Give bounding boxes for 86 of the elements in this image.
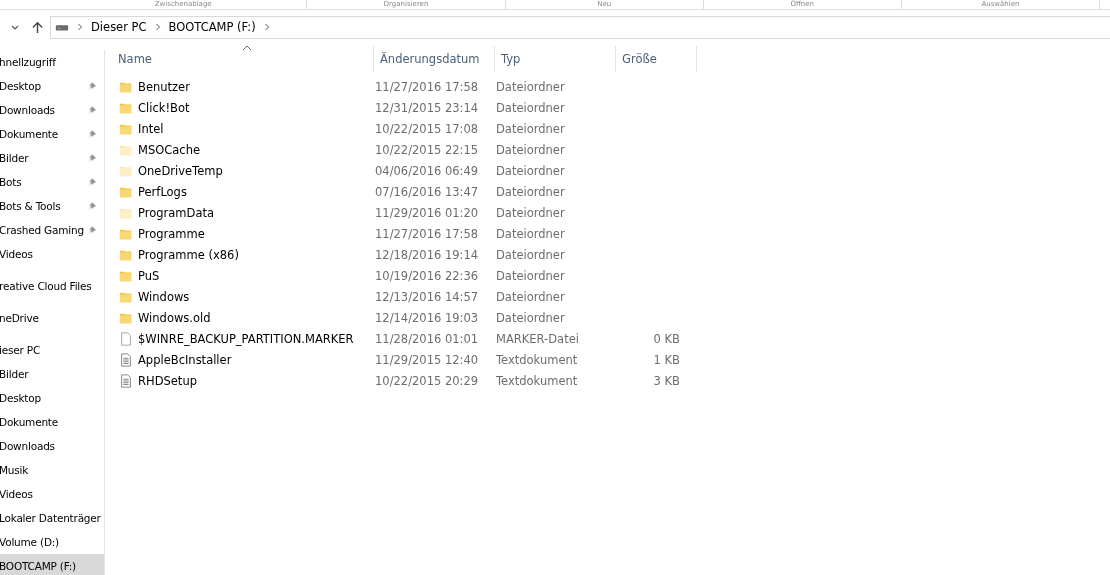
pin-icon[interactable] <box>87 177 97 187</box>
date-cell-text: 10/19/2016 22:36 <box>374 268 480 283</box>
sidebar-item[interactable]: Bots & Tools <box>0 194 104 218</box>
date-cell-text: 10/22/2015 20:29 <box>374 373 480 388</box>
sidebar-item[interactable]: Bilder <box>0 146 104 170</box>
file-name[interactable]: Windows.old <box>138 310 211 325</box>
sidebar-item[interactable]: ieser PC <box>0 338 104 362</box>
sidebar-item[interactable]: Musik <box>0 458 104 482</box>
sidebar-item[interactable]: neDrive <box>0 306 104 330</box>
type-cell-text: Dateiordner <box>495 100 566 115</box>
breadcrumb-item[interactable]: BOOTCAMP (F:) <box>168 20 256 34</box>
file-name[interactable]: $WINRE_BACKUP_PARTITION.MARKER <box>138 331 354 346</box>
type-cell-text: Textdokument <box>495 373 579 388</box>
type-cell-text: Dateiordner <box>495 205 566 220</box>
type-cell-text: Dateiordner <box>495 142 566 157</box>
date-cell-text: 12/13/2016 14:57 <box>374 289 480 304</box>
date-cell-text: 07/16/2016 13:47 <box>374 184 480 199</box>
column-header[interactable]: Name <box>105 46 374 72</box>
file-name[interactable]: Programme (x86) <box>138 247 239 262</box>
sidebar-item[interactable]: reative Cloud Files <box>0 274 104 298</box>
sidebar-item[interactable]: Downloads <box>0 98 104 122</box>
file-name[interactable]: PuS <box>138 268 160 283</box>
date-cell-text: 04/06/2016 06:49 <box>374 163 480 178</box>
column-header[interactable]: Typ <box>495 46 616 72</box>
file-name[interactable]: RHDSetup <box>138 373 197 388</box>
pin-icon[interactable] <box>87 153 97 163</box>
type-cell-text: Dateiordner <box>495 79 566 94</box>
column-header[interactable]: Änderungsdatum <box>374 46 495 72</box>
pin-icon[interactable] <box>87 129 97 139</box>
date-cell-text: 11/29/2016 01:20 <box>374 205 480 220</box>
sidebar-item[interactable]: Bots <box>0 170 104 194</box>
type-cell-text: Dateiordner <box>495 247 566 262</box>
type-cell-text: Dateiordner <box>495 268 566 283</box>
type-cell-text: Dateiordner <box>495 226 566 241</box>
sidebar-item[interactable]: Desktop <box>0 74 104 98</box>
file-name[interactable]: AppleBcInstaller <box>138 352 232 367</box>
type-cell-text: Dateiordner <box>495 310 566 325</box>
sidebar-item[interactable]: Dokumente <box>0 122 104 146</box>
sort-caret-icon <box>242 45 252 51</box>
up-arrow-icon[interactable] <box>31 20 44 34</box>
file-name[interactable]: Windows <box>138 289 190 304</box>
chevron-right-icon[interactable] <box>77 22 83 32</box>
file-name[interactable]: MSOCache <box>138 142 201 157</box>
breadcrumb-item[interactable]: Dieser PC <box>91 20 147 34</box>
sidebar-item[interactable]: Lokaler Datenträger <box>0 506 104 530</box>
size-cell: 1 KB <box>653 352 680 367</box>
file-name[interactable]: Programme <box>138 226 205 241</box>
type-cell-text: MARKER-Datei <box>495 331 580 346</box>
pin-icon[interactable] <box>87 81 97 91</box>
sidebar-item[interactable]: Dokumente <box>0 410 104 434</box>
sidebar-item[interactable]: Bilder <box>0 362 104 386</box>
date-cell-text: 11/27/2016 17:58 <box>374 79 480 94</box>
sidebar-item[interactable]: Desktop <box>0 386 104 410</box>
date-cell-text: 12/18/2016 19:14 <box>374 247 480 262</box>
pin-icon[interactable] <box>87 105 97 115</box>
file-name[interactable]: Click!Bot <box>138 100 190 115</box>
type-cell-text: Dateiordner <box>495 184 566 199</box>
pin-icon[interactable] <box>87 225 97 235</box>
size-cell: 3 KB <box>653 373 680 388</box>
date-cell-text: 12/14/2016 19:03 <box>374 310 480 325</box>
date-cell-text: 10/22/2015 17:08 <box>374 121 480 136</box>
column-header[interactable]: Größe <box>616 46 697 72</box>
type-cell-text: Dateiordner <box>495 163 566 178</box>
file-name[interactable]: OneDriveTemp <box>138 163 223 178</box>
address-bar[interactable]: Dieser PC BOOTCAMP (F:) <box>50 15 1110 39</box>
date-cell-text: 11/29/2015 12:40 <box>374 352 480 367</box>
pin-icon[interactable] <box>87 201 97 211</box>
type-cell-text: Textdokument <box>495 352 579 367</box>
file-name[interactable]: Benutzer <box>138 79 190 94</box>
size-cell: 0 KB <box>653 331 680 346</box>
type-cell-text: Dateiordner <box>495 289 566 304</box>
sidebar-item[interactable]: BOOTCAMP (F:) <box>0 554 104 575</box>
date-cell-text: 11/28/2016 01:01 <box>374 331 480 346</box>
sidebar-item[interactable]: hnellzugriff <box>0 50 104 74</box>
file-name[interactable]: PerfLogs <box>138 184 187 199</box>
sidebar-item[interactable]: Crashed Gaming <box>0 218 104 242</box>
chevron-right-icon[interactable] <box>154 22 161 32</box>
drive-icon <box>55 22 69 32</box>
date-cell-text: 12/31/2015 23:14 <box>374 100 480 115</box>
type-cell-text: Dateiordner <box>495 121 566 136</box>
file-name[interactable]: ProgramData <box>138 205 214 220</box>
file-name[interactable]: Intel <box>138 121 164 136</box>
date-cell-text: 10/22/2015 22:15 <box>374 142 480 157</box>
sidebar-item[interactable]: Downloads <box>0 434 104 458</box>
date-cell-text: 11/27/2016 17:58 <box>374 226 480 241</box>
chevron-right-icon[interactable] <box>263 22 270 32</box>
